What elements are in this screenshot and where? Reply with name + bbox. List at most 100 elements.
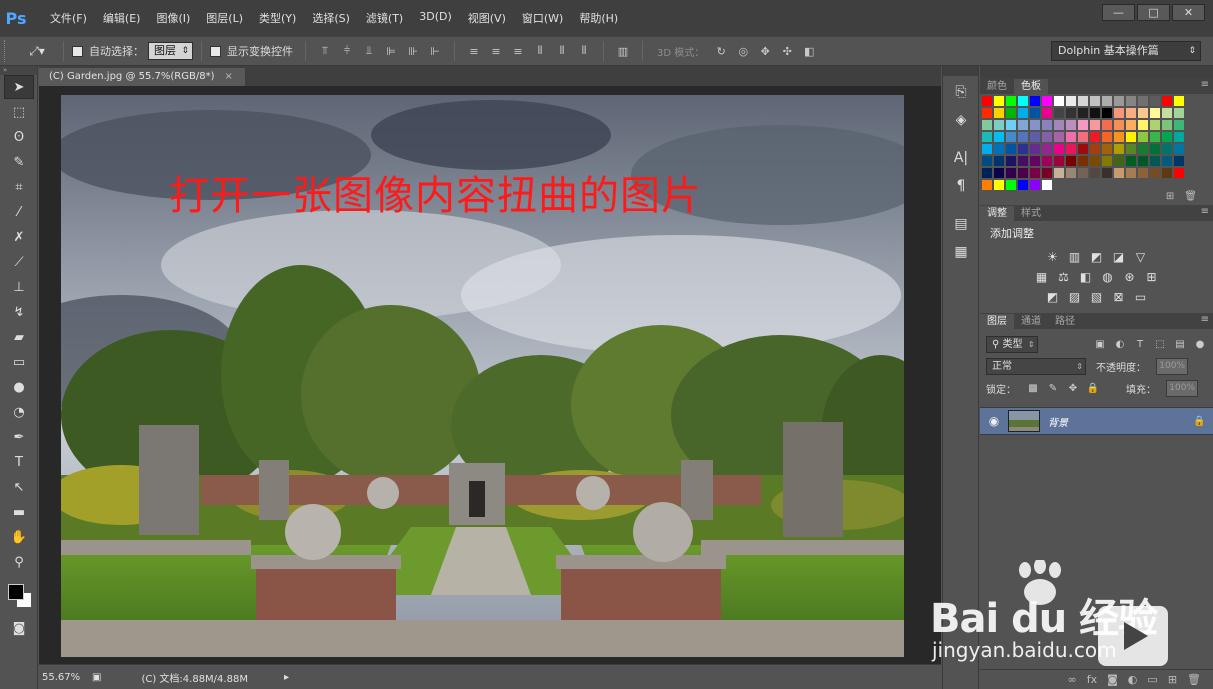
strip-collapse-icon[interactable] — [943, 66, 978, 76]
align-left-icon[interactable]: ⊫ — [383, 43, 399, 59]
color-swatch[interactable] — [1042, 120, 1052, 130]
panel-menu-icon[interactable]: ≡ — [1201, 79, 1209, 90]
color-swatch[interactable] — [1102, 144, 1112, 154]
menu-item[interactable]: 文件(F) — [42, 10, 95, 26]
color-swatch[interactable] — [1090, 120, 1100, 130]
show-transform-checkbox[interactable] — [210, 45, 221, 57]
canvas-area[interactable]: 打开一张图像内容扭曲的图片 — [39, 86, 941, 664]
type-tool-icon[interactable]: T — [4, 450, 34, 474]
photo-filter-icon[interactable]: ◍ — [1100, 269, 1116, 285]
properties-panel-icon[interactable]: ▤ — [945, 212, 977, 236]
tools-collapse-icon[interactable]: » — [0, 66, 37, 75]
history-brush-icon[interactable]: ↯ — [4, 300, 34, 324]
color-swatch[interactable] — [982, 108, 992, 118]
color-swatch[interactable] — [1150, 132, 1160, 142]
hand-tool-icon[interactable]: ✋ — [4, 525, 34, 549]
posterize-icon[interactable]: ▨ — [1067, 289, 1083, 305]
color-swatch[interactable] — [982, 168, 992, 178]
filter-smart-icon[interactable]: ▤ — [1173, 337, 1187, 351]
align-hcenter-icon[interactable]: ⊪ — [405, 43, 421, 59]
foreground-color[interactable] — [8, 584, 24, 600]
pan-3d-icon[interactable]: ✥ — [757, 43, 773, 59]
eraser-tool-icon[interactable]: ▰ — [4, 325, 34, 349]
color-swatch[interactable] — [1078, 168, 1088, 178]
roll-3d-icon[interactable]: ◎ — [735, 43, 751, 59]
character-panel-icon[interactable]: A| — [945, 146, 977, 170]
levels-icon[interactable]: ▥ — [1067, 249, 1083, 265]
color-swatch[interactable] — [1150, 96, 1160, 106]
color-lookup-icon[interactable]: ⊞ — [1144, 269, 1160, 285]
workspace-dropdown[interactable]: Dolphin 基本操作篇 — [1051, 41, 1201, 61]
paragraph-panel-icon[interactable]: ¶ — [945, 174, 977, 198]
tab-layers[interactable]: 图层 — [980, 314, 1014, 329]
color-swatch[interactable] — [1162, 96, 1172, 106]
menu-item[interactable]: 滤镜(T) — [358, 10, 411, 26]
color-swatch[interactable] — [1054, 120, 1064, 130]
distribute-vcenter-icon[interactable]: ≡ — [488, 43, 504, 59]
lock-all-icon[interactable]: 🔒 — [1086, 381, 1100, 395]
marquee-tool-icon[interactable]: ⬚ — [4, 100, 34, 124]
lock-position-icon[interactable]: ✥ — [1066, 381, 1080, 395]
stamp-tool-icon[interactable]: ⊥ — [4, 275, 34, 299]
color-swatch[interactable] — [1006, 168, 1016, 178]
color-swatch[interactable] — [1078, 120, 1088, 130]
menu-item[interactable]: 图层(L) — [198, 10, 251, 26]
color-swatch[interactable] — [1018, 108, 1028, 118]
options-grip[interactable] — [4, 40, 7, 62]
color-swatch[interactable] — [1078, 108, 1088, 118]
healing-tool-icon[interactable]: ✗ — [4, 225, 34, 249]
color-swatch[interactable] — [1102, 96, 1112, 106]
pen-tool-icon[interactable]: ✒ — [4, 425, 34, 449]
color-swatch[interactable] — [1162, 168, 1172, 178]
color-swatch[interactable] — [1150, 156, 1160, 166]
notes-panel-icon[interactable]: ▦ — [945, 240, 977, 264]
auto-select-dropdown[interactable]: 图层 — [148, 42, 193, 60]
filter-toggle-icon[interactable]: ● — [1193, 337, 1207, 351]
color-swatch[interactable] — [1174, 144, 1184, 154]
filter-type-icon[interactable]: T — [1133, 337, 1147, 351]
color-swatch[interactable] — [1174, 168, 1184, 178]
color-swatch[interactable] — [1078, 156, 1088, 166]
color-swatch[interactable] — [1042, 180, 1052, 190]
tab-color[interactable]: 颜色 — [980, 79, 1014, 94]
color-swatch[interactable] — [1162, 156, 1172, 166]
color-swatch[interactable] — [994, 96, 1004, 106]
color-swatch[interactable] — [1090, 96, 1100, 106]
opacity-field[interactable]: 100% — [1156, 357, 1188, 375]
curves-icon[interactable]: ◩ — [1089, 249, 1105, 265]
channel-mixer-icon[interactable]: ⊛ — [1122, 269, 1138, 285]
quick-mask-icon[interactable]: ◙ — [4, 616, 34, 640]
color-swatch[interactable] — [982, 156, 992, 166]
color-swatch[interactable] — [1090, 156, 1100, 166]
color-swatch[interactable] — [1066, 96, 1076, 106]
color-swatch[interactable] — [1066, 144, 1076, 154]
color-swatch[interactable] — [1102, 168, 1112, 178]
color-swatch[interactable] — [1162, 108, 1172, 118]
quick-select-tool-icon[interactable]: ✎ — [4, 150, 34, 174]
color-swatch[interactable] — [1066, 156, 1076, 166]
minimize-button[interactable]: — — [1102, 4, 1135, 21]
color-swatch[interactable] — [1174, 156, 1184, 166]
scale-3d-icon[interactable]: ◧ — [801, 43, 817, 59]
color-swatch[interactable] — [982, 180, 992, 190]
blend-mode-dropdown[interactable]: 正常 — [986, 357, 1086, 375]
align-right-icon[interactable]: ⊩ — [427, 43, 443, 59]
auto-align-icon[interactable]: ▥ — [615, 43, 631, 59]
color-swatch[interactable] — [1018, 120, 1028, 130]
tab-swatches[interactable]: 色板 — [1014, 79, 1048, 94]
color-swatch[interactable] — [1042, 156, 1052, 166]
gradient-map-icon[interactable]: ▭ — [1133, 289, 1149, 305]
color-swatch[interactable] — [1162, 132, 1172, 142]
color-swatch[interactable] — [1138, 108, 1148, 118]
color-swatch[interactable] — [1090, 168, 1100, 178]
color-swatch[interactable] — [1054, 96, 1064, 106]
color-swatch[interactable] — [1030, 108, 1040, 118]
status-menu-arrow-icon[interactable]: ▸ — [284, 672, 289, 683]
color-swatch[interactable] — [1030, 96, 1040, 106]
menu-item[interactable]: 视图(V) — [460, 10, 514, 26]
layer-row-background[interactable]: ◉ 背景 🔒 — [980, 407, 1213, 435]
filter-adjust-icon[interactable]: ◐ — [1113, 337, 1127, 351]
tab-paths[interactable]: 路径 — [1048, 314, 1082, 329]
filter-shape-icon[interactable]: ⬚ — [1153, 337, 1167, 351]
color-swatch[interactable] — [994, 156, 1004, 166]
